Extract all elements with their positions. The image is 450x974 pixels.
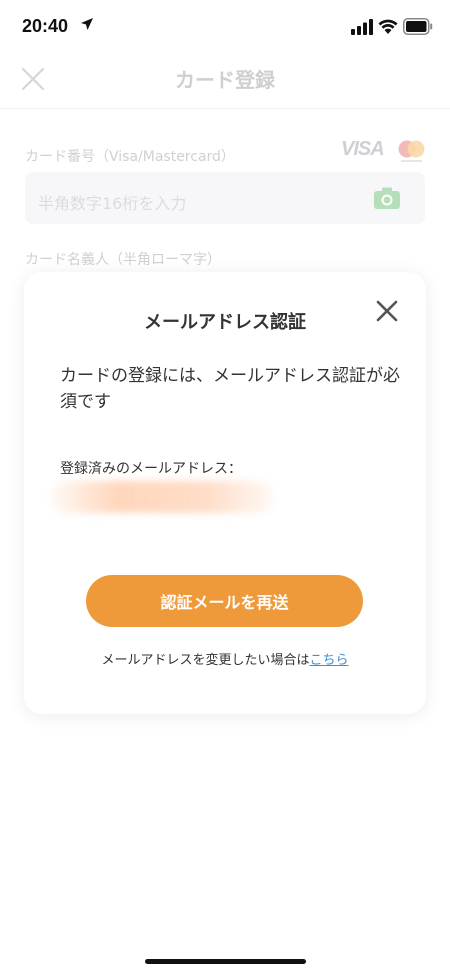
close-icon[interactable]	[376, 300, 398, 322]
visa-logo: VISA	[341, 138, 385, 160]
card-number-placeholder: 半角数字16桁を入力	[38, 194, 187, 213]
signal-icon	[351, 19, 373, 35]
location-arrow-icon	[81, 18, 93, 30]
registered-email-label: 登録済みのメールアドレス：	[60, 461, 242, 477]
change-email-note: メールアドレスを変更したい場合はこちら	[0, 649, 450, 668]
resend-verification-button[interactable]: 認証メールを再送	[86, 575, 363, 627]
header-divider	[0, 108, 450, 109]
change-email-link[interactable]: こちら	[310, 653, 349, 668]
battery-icon	[403, 18, 433, 35]
status-time: 20:40	[22, 16, 69, 36]
card-number-label: カード番号（Visa/Mastercard）	[25, 149, 235, 165]
card-holder-label: カード名義人（半角ローマ字）	[25, 252, 221, 268]
mastercard-logo	[398, 140, 425, 162]
registered-email-value	[50, 481, 274, 513]
page-title: カード登録	[175, 68, 275, 92]
camera-icon[interactable]	[373, 186, 401, 210]
change-email-text: メールアドレスを変更したい場合は	[101, 653, 310, 668]
modal-message: カードの登録には、メールアドレス認証が必須です	[60, 366, 400, 412]
home-indicator	[145, 959, 306, 964]
wifi-icon	[378, 19, 398, 34]
